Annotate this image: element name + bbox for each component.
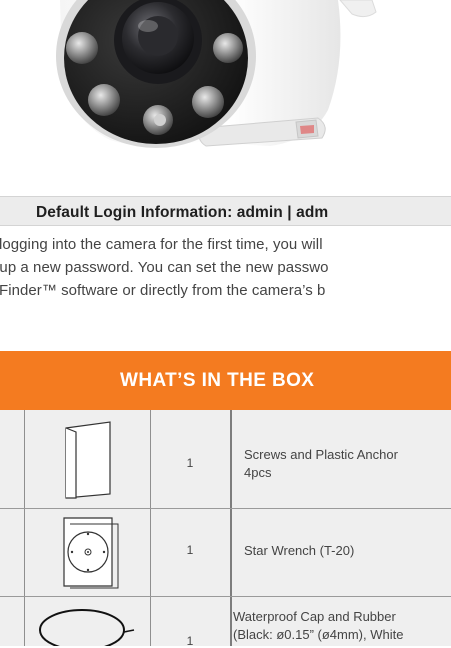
table-divider xyxy=(150,410,151,646)
item-description-line: Waterproof Cap and Rubber xyxy=(233,609,396,624)
item-description-line: (Black: ø0.15” (ø4mm), White xyxy=(233,627,404,642)
table-divider xyxy=(24,410,25,646)
item-description-line: Star Wrench (T-20) xyxy=(244,543,355,558)
box-title: WHAT’S IN THE BOX xyxy=(120,370,315,391)
default-login-heading: Default Login Information: admin | adm xyxy=(36,204,329,221)
item-description: Waterproof Cap and Rubber (Black: ø0.15”… xyxy=(233,608,403,644)
login-note-line: logging into the camera for the first ti… xyxy=(0,236,323,253)
login-note-line: Finder™ software or directly from the ca… xyxy=(0,282,326,299)
item-description: Screws and Plastic Anchor 4pcs xyxy=(244,446,398,482)
item-description-line: 4pcs xyxy=(244,465,272,480)
mounting-template-icon xyxy=(63,517,119,589)
item-quantity: 1 xyxy=(186,456,194,470)
item-description: Star Wrench (T-20) xyxy=(244,542,354,560)
table-row-divider xyxy=(0,596,451,597)
table-row-divider xyxy=(0,508,451,509)
login-note-line: t up a new password. You can set the new… xyxy=(0,259,329,276)
item-quantity: 1 xyxy=(186,543,194,557)
table-divider xyxy=(230,410,232,646)
item-description-line: Screws and Plastic Anchor xyxy=(244,447,398,462)
manual-booklet-icon xyxy=(65,421,111,499)
rubber-ring-icon xyxy=(39,609,135,646)
bullet-camera-image xyxy=(56,0,377,148)
